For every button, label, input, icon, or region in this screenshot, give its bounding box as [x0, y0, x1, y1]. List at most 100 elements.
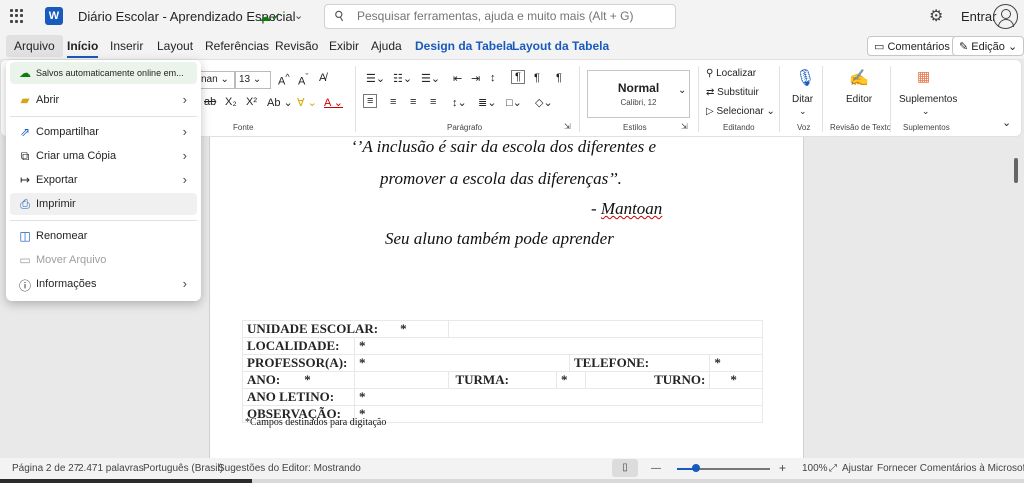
- app-launcher-icon[interactable]: [10, 9, 24, 23]
- addins-button[interactable]: Suplementos: [899, 94, 957, 105]
- microphone-icon[interactable]: 🎙: [795, 68, 815, 88]
- text-effects-icon[interactable]: Ab ⌄: [267, 96, 293, 109]
- menu-item-copy[interactable]: ⧉ Criar uma Cópia ›: [10, 145, 197, 167]
- feedback-link[interactable]: Fornecer Comentários à Microsoft: [877, 463, 1024, 474]
- subscript-icon[interactable]: X₂: [225, 96, 237, 108]
- bullets-icon[interactable]: ☰⌄: [366, 72, 385, 85]
- align-left-icon[interactable]: ≡: [363, 94, 378, 108]
- table-cell-value[interactable]: *: [354, 337, 763, 355]
- avatar-icon[interactable]: [993, 4, 1018, 29]
- table-cell-label[interactable]: PROFESSOR(A):: [242, 354, 355, 372]
- zoom-out-button[interactable]: —: [651, 463, 661, 474]
- shrink-font-icon[interactable]: Aˇ: [298, 72, 308, 88]
- page-count[interactable]: Página 2 de 27: [12, 463, 79, 474]
- ribbon-collapse-icon[interactable]: ⌄: [1002, 116, 1011, 129]
- tab-layout[interactable]: Layout: [157, 39, 193, 53]
- numbering-icon[interactable]: ☷⌄: [393, 72, 412, 85]
- horizontal-scrollbar-thumb[interactable]: [0, 479, 252, 483]
- addins-icon[interactable]: ▦: [917, 68, 930, 85]
- font-size-combo[interactable]: 13 ⌄: [235, 71, 271, 89]
- zoom-level[interactable]: 100%: [802, 463, 828, 474]
- table-cell-value[interactable]: *: [556, 371, 586, 389]
- increase-indent-icon[interactable]: ⇥: [471, 72, 480, 85]
- table-cell-label[interactable]: ANO LETINO:: [242, 388, 355, 406]
- paragraph-spacing-icon[interactable]: ≣⌄: [478, 96, 496, 109]
- tab-references[interactable]: Referências: [205, 39, 269, 53]
- dialog-launcher-icon[interactable]: ⇲: [564, 122, 571, 131]
- table-cell-label[interactable]: TURNO:: [584, 371, 711, 389]
- comments-button[interactable]: ▭ Comentários: [867, 36, 957, 56]
- decrease-indent-icon[interactable]: ⇤: [453, 72, 462, 85]
- menu-item-print[interactable]: ⎙ Imprimir: [10, 193, 197, 215]
- fit-button[interactable]: Ajustar: [842, 463, 873, 474]
- dialog-launcher-icon[interactable]: ⇲: [681, 122, 688, 131]
- line-spacing-icon[interactable]: ↕⌄: [452, 96, 467, 109]
- multilevel-list-icon[interactable]: ☰⌄: [421, 72, 440, 85]
- table-cell-value[interactable]: *: [709, 354, 763, 372]
- font-name-combo[interactable]: nan ⌄: [197, 71, 235, 89]
- table-cell-value[interactable]: [353, 371, 450, 389]
- search-input[interactable]: [357, 9, 667, 23]
- rtl-icon[interactable]: ¶: [534, 72, 540, 84]
- grow-font-icon[interactable]: A^: [278, 72, 290, 88]
- menu-item-rename[interactable]: ◫ Renomear: [10, 225, 197, 247]
- shading-icon[interactable]: ◇⌄: [535, 96, 553, 109]
- menu-item-open[interactable]: ▰ Abrir ›: [10, 89, 197, 111]
- table-cell-value[interactable]: *: [354, 354, 570, 372]
- justify-icon[interactable]: ≡: [430, 96, 436, 108]
- select-button[interactable]: ▷ Selecionar ⌄: [706, 106, 775, 117]
- gear-icon[interactable]: ⚙: [929, 6, 943, 26]
- sort-icon[interactable]: ↕: [490, 72, 496, 84]
- tab-help[interactable]: Ajuda: [371, 39, 402, 53]
- search-box[interactable]: ⚲: [324, 4, 676, 29]
- table-cell-label[interactable]: LOCALIDADE:: [242, 337, 355, 355]
- tab-insert[interactable]: Inserir: [110, 39, 143, 53]
- vertical-scrollbar-thumb[interactable]: [1014, 158, 1018, 183]
- table-cell-value[interactable]: *: [354, 405, 763, 423]
- menu-item-info[interactable]: ⓘ Informações ›: [10, 273, 197, 295]
- superscript-icon[interactable]: X²: [246, 96, 257, 108]
- styles-expand-icon[interactable]: ⌄: [678, 85, 686, 96]
- autosave-status[interactable]: ☁ Salvos automaticamente online em...: [10, 62, 197, 84]
- zoom-slider[interactable]: [677, 464, 770, 472]
- zoom-in-button[interactable]: +: [779, 461, 786, 475]
- table-cell-value[interactable]: *: [354, 388, 763, 406]
- table-cell-label[interactable]: ANO: *: [242, 371, 355, 389]
- word-count[interactable]: 2.471 palavras: [78, 463, 144, 474]
- horizontal-scrollbar[interactable]: [0, 479, 1024, 483]
- table-cell-value[interactable]: [448, 320, 763, 338]
- tab-table-design[interactable]: Design da Tabela: [415, 39, 513, 53]
- dictate-button[interactable]: Ditar: [792, 94, 813, 105]
- editing-mode-button[interactable]: ✎ Edição ⌄: [952, 36, 1024, 56]
- chevron-down-icon[interactable]: ⌄: [799, 106, 807, 117]
- editor-pen-icon[interactable]: ✍: [849, 68, 869, 88]
- align-right-icon[interactable]: ≡: [410, 96, 416, 108]
- clear-format-icon[interactable]: A̸: [319, 72, 326, 84]
- replace-button[interactable]: ⇄ Substituir: [706, 87, 759, 98]
- menu-item-export[interactable]: ↦ Exportar ›: [10, 169, 197, 191]
- tab-review[interactable]: Revisão: [275, 39, 318, 53]
- tab-file[interactable]: Arquivo: [6, 35, 63, 57]
- menu-item-share[interactable]: ⇗ Compartilhar ›: [10, 121, 197, 143]
- table-cell-value[interactable]: *: [709, 371, 763, 389]
- tab-home[interactable]: Início: [67, 39, 99, 58]
- table-cell-label[interactable]: TURMA:: [448, 371, 558, 389]
- ltr-icon[interactable]: ¶: [511, 70, 525, 84]
- chevron-down-icon[interactable]: ⌄: [294, 9, 303, 22]
- zoom-slider-thumb[interactable]: [691, 464, 700, 472]
- tab-view[interactable]: Exibir: [329, 39, 359, 53]
- editor-button[interactable]: Editor: [846, 94, 872, 105]
- font-color-icon[interactable]: A ⌄: [324, 96, 343, 109]
- chevron-down-icon[interactable]: ⌄: [922, 106, 930, 117]
- editor-suggestions-status[interactable]: Sugestões do Editor: Mostrando: [218, 463, 361, 474]
- table-cell-label[interactable]: UNIDADE ESCOLAR: *: [241, 320, 450, 338]
- strikethrough-icon[interactable]: ab: [204, 96, 216, 108]
- borders-icon[interactable]: □⌄: [506, 96, 522, 109]
- show-marks-icon[interactable]: ¶: [556, 72, 562, 84]
- highlight-icon[interactable]: ∀ ⌄: [297, 96, 317, 109]
- print-layout-icon[interactable]: ▯: [612, 459, 638, 477]
- signin-link[interactable]: Entrar: [961, 9, 996, 24]
- tab-table-layout[interactable]: Layout da Tabela: [512, 39, 609, 53]
- table-cell-label[interactable]: TELEFONE:: [568, 354, 711, 372]
- style-gallery-normal[interactable]: Normal Calibri, 12: [587, 70, 690, 118]
